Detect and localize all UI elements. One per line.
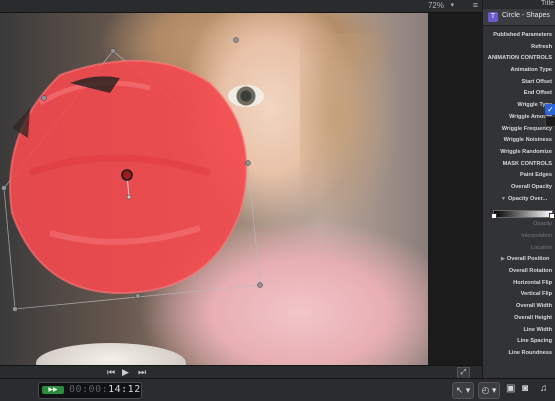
transform-handle [12,306,18,312]
bottom-toolbar: ▶▶ 00:00:14:12 ↖ ▾ ◴ ▾ ▣ ◙ ♫ [0,378,555,401]
param-opacity: Opacity [533,221,552,228]
anchor-point-handle [121,169,133,181]
timecode-hours-minutes: 00:00: [69,384,109,395]
zoom-level[interactable]: 72% [428,1,444,10]
playback-mode-icon[interactable]: ▶▶ [42,386,64,394]
timecode-text: 00:00:14:12 [69,384,141,395]
param-paint-edges[interactable]: Paint Edges [483,170,555,182]
camera-icon[interactable]: ◙ [522,383,528,394]
generator-icon: T [488,12,498,22]
music-icon[interactable]: ♫ [540,383,548,394]
wriggle-type-popup[interactable]: ✓ [545,104,555,115]
inspector-panel: Title T Circle - Shapes Published Parame… [482,0,555,378]
video-canvas[interactable] [0,13,428,365]
param-opacity-over[interactable]: ▼ Opacity Over... [483,194,555,206]
param-overall-opacity[interactable]: Overall Opacity [483,182,555,194]
disclosure-triangle-icon[interactable]: ▶ [501,256,505,262]
transform-handle [41,95,47,101]
gradient-editor[interactable] [483,205,555,220]
viewer: 72% ▾ ≡ ⏮ ▶ ⏭ ⤢ [0,0,482,379]
param-animation-type[interactable]: Animation Type [483,65,555,77]
retime-button[interactable]: ◴ ▾ [478,382,500,399]
inspector-title: Circle - Shapes [502,12,550,19]
transform-handle [1,185,7,191]
section-mask-controls: MASK CONTROLS [502,160,552,167]
transform-handle [135,293,141,299]
select-tool-button[interactable]: ↖ ▾ [452,382,474,399]
transform-handle [233,37,239,43]
popup-menu-item[interactable] [545,116,555,127]
param-label: Opacity Over... [507,195,548,202]
param-start-offset[interactable]: Start Offset [483,77,555,89]
transport-bar: ⏮ ▶ ⏭ ⤢ [0,365,482,379]
param-line-spacing[interactable]: Line Spacing [483,336,555,348]
param-interpolation: Interpolation [521,233,552,239]
param-overall-position[interactable]: ▶ Overall Position [483,254,555,266]
param-wriggle-randomize[interactable]: Wriggle Randomize [483,147,555,159]
rotation-handle [126,194,132,200]
param-refresh[interactable]: Refresh [483,42,555,54]
shape-overlay [1,37,263,312]
transform-handle [110,48,116,54]
param-wriggle-noisiness[interactable]: Wriggle Noisiness [483,135,555,147]
param-line-width[interactable]: Line Width [483,325,555,337]
view-menu-icon[interactable]: ≡ [473,0,478,10]
param-horizontal-flip[interactable]: Horizontal Flip [483,278,555,290]
param-overall-width[interactable]: Overall Width [483,301,555,313]
inspector-tabbar: Title [483,0,555,9]
param-end-offset[interactable]: End Offset [483,88,555,100]
photos-icon[interactable]: ▣ [506,383,515,394]
param-line-roundness[interactable]: Line Roundness [483,348,555,360]
opacity-gradient-bar[interactable] [491,210,555,220]
param-vertical-flip[interactable]: Vertical Flip [483,289,555,301]
param-label: Overall Position [506,256,550,263]
transform-handle [257,282,263,288]
inspector-header: T Circle - Shapes [483,9,555,26]
chevron-down-icon[interactable]: ▾ [450,1,454,9]
transform-handle [245,160,251,166]
viewer-topbar: 72% ▾ ≡ [0,0,482,13]
section-animation-controls: ANIMATION CONTROLS [487,55,552,62]
timecode-display[interactable]: ▶▶ 00:00:14:12 [38,382,142,399]
parameter-list: Published Parameters Refresh ANIMATION C… [483,30,555,360]
param-location: Location [530,244,552,251]
timecode-value: 14:12 [108,384,141,395]
section-published-parameters: Published Parameters [493,32,552,38]
disclosure-triangle-icon[interactable]: ▼ [501,196,506,202]
tab-title[interactable]: Title [541,0,554,7]
param-overall-rotation[interactable]: Overall Rotation [483,266,555,278]
param-overall-height[interactable]: Overall Height [483,313,555,325]
